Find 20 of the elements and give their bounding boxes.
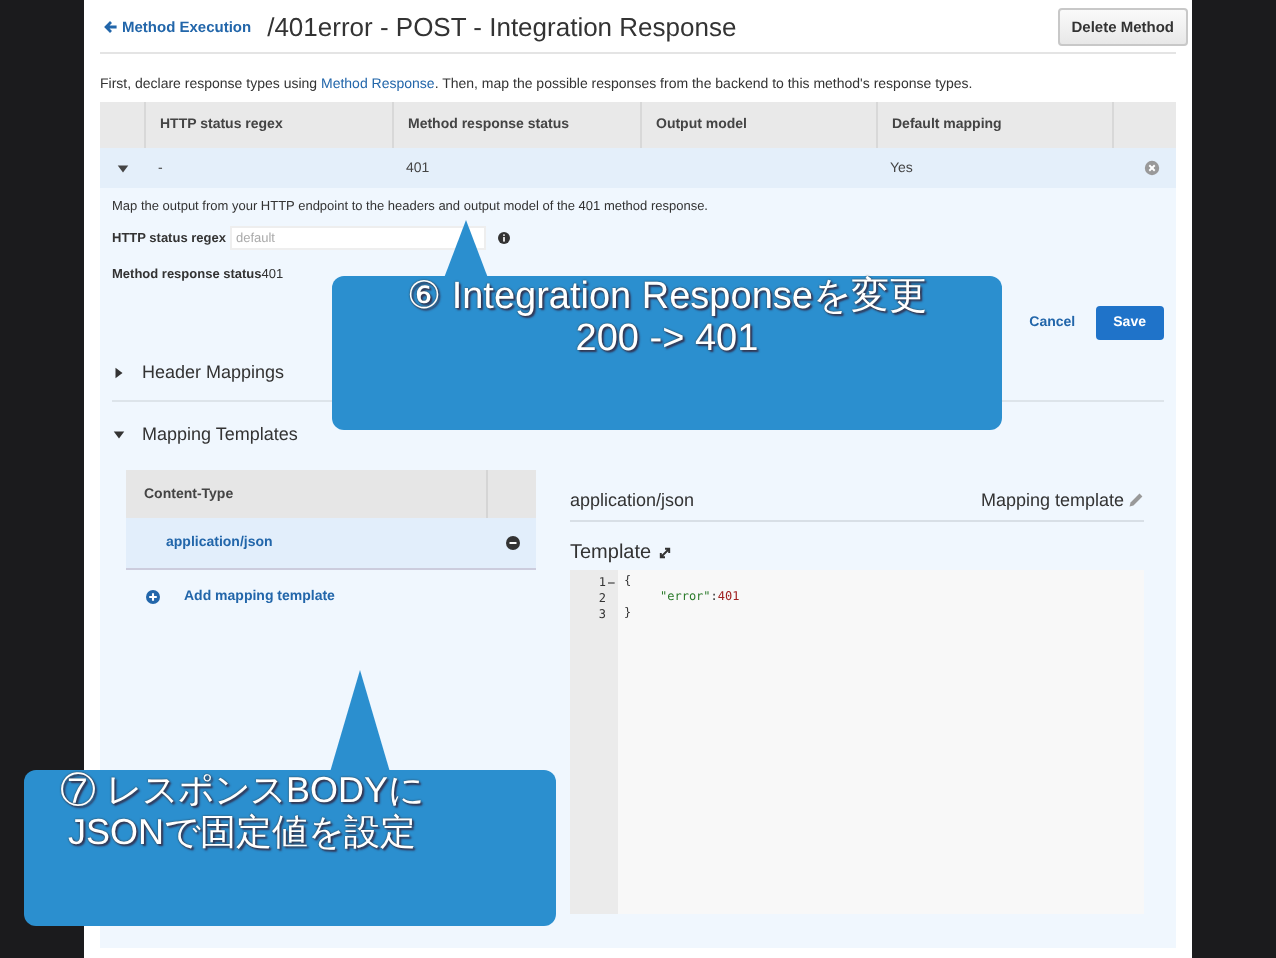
page-title: /401error - POST - Integration Response bbox=[267, 11, 739, 41]
info-icon[interactable] bbox=[497, 232, 510, 244]
callout-text: ⑥ Integration Responseを変更 bbox=[405, 276, 929, 318]
remove-icon[interactable] bbox=[506, 536, 520, 550]
expand-triangle-icon[interactable] bbox=[112, 427, 126, 441]
callout-text: JSONで固定値を設定 bbox=[68, 812, 419, 854]
section-title[interactable]: Mapping Templates bbox=[142, 424, 298, 444]
add-icon[interactable] bbox=[146, 590, 160, 604]
section-title[interactable]: Header Mappings bbox=[142, 362, 285, 382]
callout-text: ⑦ レスポンスBODYに bbox=[60, 770, 427, 812]
pencil-icon[interactable] bbox=[1128, 492, 1144, 508]
callout-text: 200 -> 401 bbox=[573, 318, 761, 360]
expand-triangle-icon[interactable] bbox=[115, 161, 129, 175]
mapping-template-label: Mapping template bbox=[980, 490, 1124, 510]
back-arrow-icon[interactable] bbox=[104, 19, 118, 33]
expand-icon[interactable] bbox=[657, 545, 672, 559]
collapse-triangle-icon[interactable] bbox=[112, 365, 126, 379]
fold-icon[interactable] bbox=[608, 579, 616, 585]
content-type-title: application/json bbox=[570, 490, 697, 510]
template-heading: Template bbox=[570, 541, 652, 563]
